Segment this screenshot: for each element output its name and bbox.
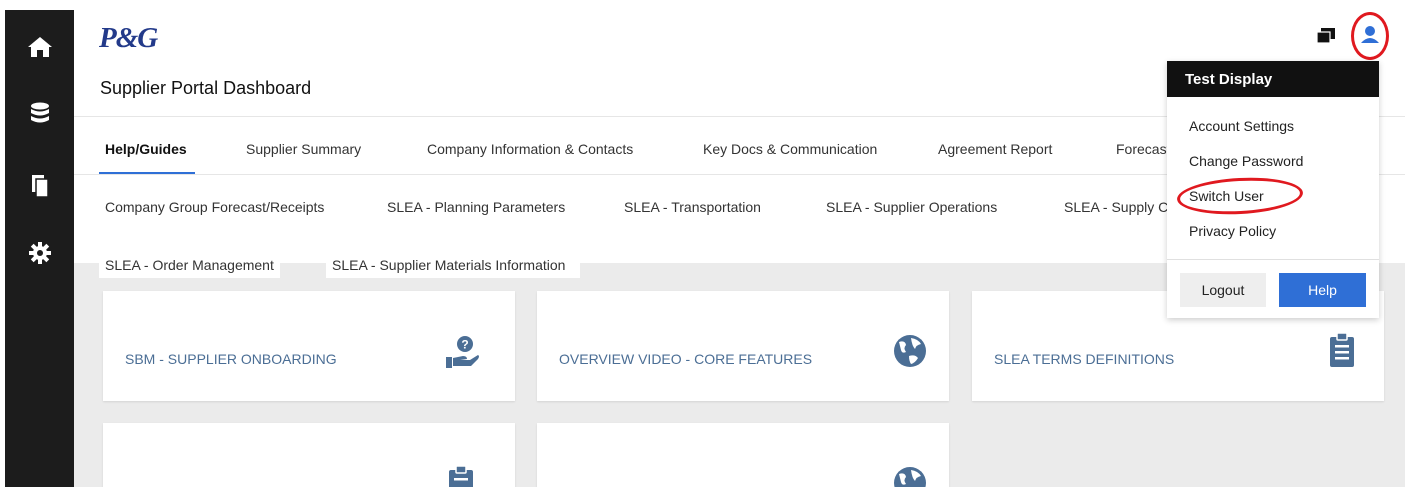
globe-icon xyxy=(894,467,926,487)
user-display-name: Test Display xyxy=(1167,61,1379,97)
card-supplier-onboarding[interactable]: SBM - SUPPLIER ONBOARDING ? xyxy=(103,291,515,401)
tab-slea-order-management[interactable]: SLEA - Order Management xyxy=(99,250,280,278)
tab-forecast[interactable]: Forecast xyxy=(1116,141,1170,157)
card-row2-2[interactable] xyxy=(537,423,949,487)
pg-logo[interactable]: P&G xyxy=(99,22,158,55)
database-icon[interactable] xyxy=(30,102,50,124)
svg-text:?: ? xyxy=(461,338,468,352)
page-title: Supplier Portal Dashboard xyxy=(100,78,312,98)
help-button[interactable]: Help xyxy=(1279,273,1366,307)
menu-item-account-settings[interactable]: Account Settings xyxy=(1189,118,1294,134)
tab-company-information[interactable]: Company Information & Contacts xyxy=(427,141,633,157)
menu-item-change-password[interactable]: Change Password xyxy=(1189,153,1303,169)
clipboard-icon xyxy=(1330,333,1354,367)
tab-slea-supplier-materials[interactable]: SLEA - Supplier Materials Information xyxy=(326,250,580,278)
tab-slea-transportation[interactable]: SLEA - Transportation xyxy=(624,199,761,215)
home-icon[interactable] xyxy=(27,35,53,59)
hand-question-icon: ? xyxy=(446,336,479,368)
globe-icon xyxy=(894,335,926,367)
tab-help-guides[interactable]: Help/Guides xyxy=(105,141,187,157)
tab-supplier-summary[interactable]: Supplier Summary xyxy=(246,141,361,157)
card-label: SLEA TERMS DEFINITIONS xyxy=(994,351,1175,367)
tab-slea-planning[interactable]: SLEA - Planning Parameters xyxy=(387,199,565,215)
gear-icon[interactable] xyxy=(28,242,51,264)
left-rail xyxy=(5,10,74,487)
card-overview-video[interactable]: OVERVIEW VIDEO - CORE FEATURES xyxy=(537,291,949,401)
tab-slea-supplier-operations[interactable]: SLEA - Supplier Operations xyxy=(826,199,997,215)
card-label: SBM - SUPPLIER ONBOARDING xyxy=(125,351,337,367)
window-stack-icon[interactable] xyxy=(1317,28,1335,44)
card-label: OVERVIEW VIDEO - CORE FEATURES xyxy=(559,351,813,367)
logout-button[interactable]: Logout xyxy=(1180,273,1266,307)
tab-slea-supply-chain[interactable]: SLEA - Supply Ch xyxy=(1064,199,1176,215)
menu-divider xyxy=(1167,259,1379,260)
top-bar: P&G xyxy=(74,10,1405,60)
documents-icon[interactable] xyxy=(30,174,50,198)
tab-company-group-forecast[interactable]: Company Group Forecast/Receipts xyxy=(105,199,324,215)
tab-agreement-report[interactable]: Agreement Report xyxy=(938,141,1052,157)
tab-key-docs[interactable]: Key Docs & Communication xyxy=(703,141,877,157)
card-row2-1[interactable] xyxy=(103,423,515,487)
annotation-circle-user xyxy=(1351,12,1389,60)
clipboard-icon xyxy=(449,466,473,487)
menu-item-privacy-policy[interactable]: Privacy Policy xyxy=(1189,223,1276,239)
